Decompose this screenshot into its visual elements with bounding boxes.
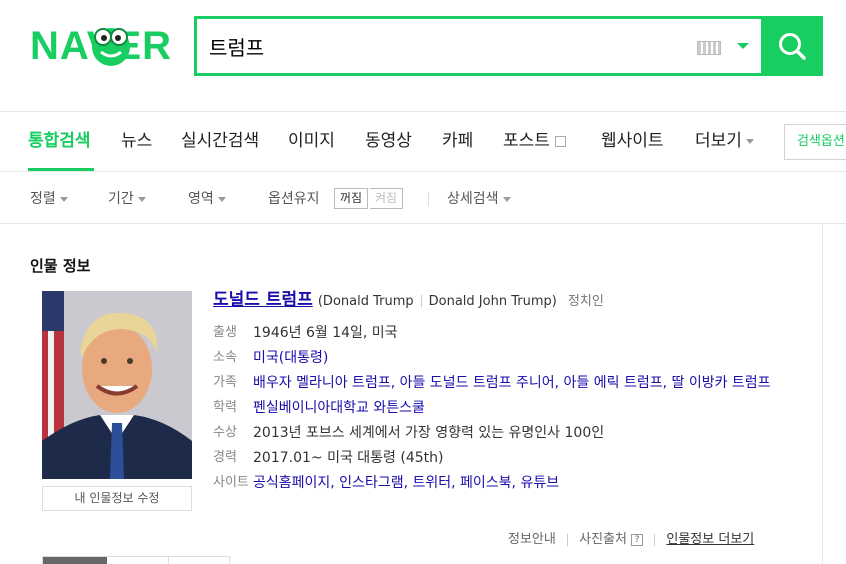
info-value-link[interactable]: 미국(대통령) — [253, 350, 328, 366]
info-value-link[interactable]: 공식홈페이지, 인스타그램, 트위터, 페이스북, 유튜브 — [253, 475, 559, 491]
tab-cafe[interactable]: 카페 — [442, 130, 473, 152]
active-tab-indicator — [28, 168, 94, 171]
search-box — [194, 16, 823, 76]
chevron-down-icon — [217, 196, 226, 202]
bottom-tab-strip — [42, 556, 230, 564]
tab-integrated[interactable]: 통합검색 — [28, 130, 91, 152]
person-english-name: (Donald Trump — [317, 294, 414, 309]
tab-post[interactable]: 포스트 — [503, 130, 566, 152]
info-row-birth: 출생 1946년 6월 14일, 미국 — [213, 322, 783, 344]
section-title: 인물 정보 — [30, 257, 91, 275]
portrait-image — [42, 291, 192, 479]
tab-video[interactable]: 동영상 — [365, 130, 412, 152]
tab-post-label: 포스트 — [503, 131, 550, 151]
info-row-family: 가족 배우자 멜라니아 트럼프, 아들 도널드 트럼프 주니어, 아들 에릭 트… — [213, 372, 783, 394]
info-label: 수상 — [213, 425, 237, 440]
header: NAVER — [0, 0, 846, 112]
divider — [654, 533, 656, 546]
bottom-tab-active[interactable] — [43, 557, 107, 564]
divider — [566, 533, 568, 546]
info-label: 사이트 — [213, 475, 249, 490]
filter-bar: 정렬 기간 영역 옵션유지 꺼짐 켜짐 상세검색 — [0, 172, 846, 224]
chevron-down-icon — [502, 196, 511, 202]
info-value: 1946년 6월 14일, 미국 — [253, 325, 398, 341]
tab-website[interactable]: 웹사이트 — [601, 130, 664, 152]
info-label: 소속 — [213, 350, 237, 365]
autocomplete-toggle-icon[interactable] — [737, 43, 749, 49]
keep-option-off-toggle[interactable]: 꺼짐 — [334, 188, 369, 209]
info-row-award: 수상 2013년 포브스 세계에서 가장 영향력 있는 유명인사 100인 — [213, 422, 783, 444]
chevron-down-icon — [59, 196, 68, 202]
keep-option-label: 옵션유지 — [268, 191, 320, 207]
tab-realtime[interactable]: 실시간검색 — [181, 130, 259, 152]
frog-mascot-icon — [92, 28, 130, 66]
tab-image[interactable]: 이미지 — [288, 130, 335, 152]
info-value-link[interactable]: 펜실베이니아대학교 와튼스쿨 — [253, 400, 425, 416]
info-value-link[interactable]: 배우자 멜라니아 트럼프, 아들 도널드 트럼프 주니어, 아들 에릭 트럼프,… — [253, 375, 771, 391]
person-info-list: 출생 1946년 6월 14일, 미국 소속 미국(대통령) 가족 배우자 멜라… — [213, 322, 783, 497]
info-row-education: 학력 펜실베이니아대학교 와튼스쿨 — [213, 397, 783, 419]
person-occupation: 정치인 — [567, 294, 604, 309]
info-guide-link[interactable]: 정보안내 — [508, 532, 556, 547]
filter-area-label: 영역 — [188, 191, 214, 207]
info-row-affiliation: 소속 미국(대통령) — [213, 347, 783, 369]
info-label: 가족 — [213, 375, 237, 390]
filter-sort[interactable]: 정렬 — [30, 190, 68, 208]
info-row-site: 사이트 공식홈페이지, 인스타그램, 트위터, 페이스북, 유튜브 — [213, 472, 783, 494]
filter-period-label: 기간 — [108, 191, 134, 207]
post-icon — [554, 135, 566, 147]
info-label: 경력 — [213, 450, 237, 465]
person-name-link[interactable]: 도널드 트럼프 — [213, 290, 313, 310]
person-footer-links: 정보안내 사진출처 ? 인물정보 더보기 — [508, 528, 754, 547]
filter-sort-label: 정렬 — [30, 191, 56, 207]
more-person-info-link[interactable]: 인물정보 더보기 — [666, 532, 754, 547]
photo-source-link[interactable]: 사진출처 — [579, 532, 627, 547]
filter-area[interactable]: 영역 — [188, 190, 226, 208]
divider — [428, 192, 429, 206]
keep-option-on-toggle[interactable]: 켜짐 — [370, 188, 404, 209]
search-icon — [779, 33, 806, 60]
search-input[interactable] — [209, 29, 689, 63]
info-value: 2013년 포브스 세계에서 가장 영향력 있는 유명인사 100인 — [253, 425, 605, 441]
person-full-english-name: Donald John Trump) — [428, 294, 557, 309]
naver-logo[interactable]: NAVER — [30, 24, 182, 68]
person-photo[interactable] — [42, 291, 192, 479]
info-label: 학력 — [213, 400, 237, 415]
info-label: 출생 — [213, 325, 237, 340]
content-right-border — [822, 224, 823, 564]
divider — [168, 557, 169, 564]
search-button[interactable] — [761, 16, 823, 76]
info-row-career: 경력 2017.01~ 미국 대통령 (45th) — [213, 447, 783, 469]
info-value: 2017.01~ 미국 대통령 (45th) — [253, 450, 444, 466]
tab-more-label: 더보기 — [695, 131, 742, 151]
tab-more[interactable]: 더보기 — [695, 130, 754, 152]
search-tabs: 통합검색 뉴스 실시간검색 이미지 동영상 카페 포스트 웹사이트 더보기 검색… — [0, 112, 846, 172]
edit-person-info-button[interactable]: 내 인물정보 수정 — [42, 486, 192, 511]
tab-news[interactable]: 뉴스 — [121, 130, 152, 152]
keyboard-icon[interactable] — [697, 41, 721, 55]
filter-period[interactable]: 기간 — [108, 190, 146, 208]
search-options-button[interactable]: 검색옵션 — [784, 124, 846, 160]
help-icon[interactable]: ? — [631, 533, 644, 546]
divider — [420, 294, 422, 307]
filter-detail-label: 상세검색 — [447, 191, 499, 207]
person-name-line: 도널드 트럼프 (Donald Trump Donald John Trump) … — [213, 289, 604, 313]
chevron-down-icon — [137, 196, 146, 202]
filter-detail[interactable]: 상세검색 — [447, 190, 511, 208]
chevron-down-icon — [745, 138, 754, 144]
